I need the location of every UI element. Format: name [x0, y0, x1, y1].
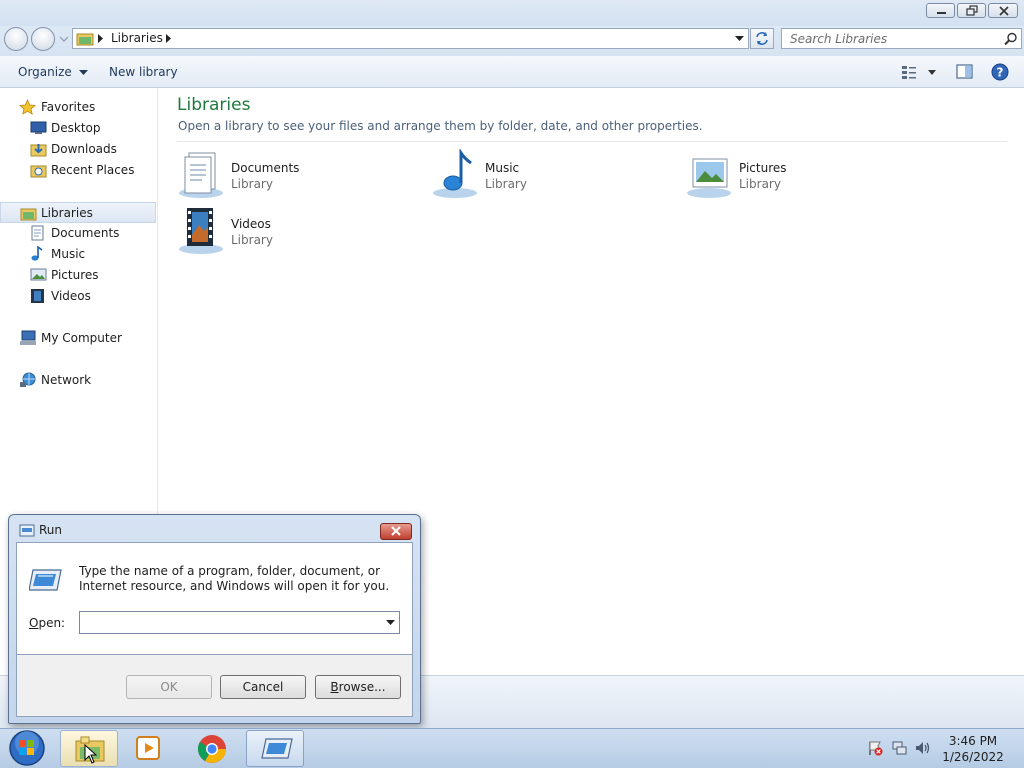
- close-icon: [999, 6, 1009, 16]
- run-icon: [19, 524, 35, 537]
- desktop-icon: [30, 121, 47, 134]
- close-icon: [391, 526, 401, 536]
- nav-documents[interactable]: Documents: [0, 223, 156, 243]
- network-icon: [20, 372, 36, 387]
- nav-recent-places[interactable]: Recent Places: [0, 160, 156, 180]
- help-icon[interactable]: ?: [991, 63, 1009, 81]
- libraries-folder-icon: [76, 33, 94, 46]
- nav-downloads[interactable]: Downloads: [0, 139, 156, 159]
- page-title: Libraries: [177, 95, 251, 115]
- clock-time[interactable]: 3:46 PM: [930, 734, 1016, 748]
- open-input[interactable]: [82, 613, 385, 632]
- run-description: Type the name of a program, folder, docu…: [79, 564, 390, 593]
- search-box[interactable]: [781, 28, 1022, 49]
- library-tile-pictures[interactable]: Pictures Library: [685, 149, 925, 201]
- chevron-down-icon: [78, 69, 88, 75]
- nav-libraries[interactable]: Libraries: [0, 202, 156, 223]
- address-dropdown-icon[interactable]: [735, 36, 744, 42]
- recent-pages-chevron-icon[interactable]: [59, 35, 69, 43]
- new-library-label: New library: [109, 65, 178, 79]
- videos-icon: [31, 289, 44, 303]
- recent-places-icon: [30, 165, 47, 178]
- breadcrumb-arrow-icon[interactable]: [97, 34, 105, 43]
- content-divider: [177, 141, 1007, 142]
- nav-music[interactable]: Music: [0, 244, 156, 264]
- back-button[interactable]: [4, 27, 28, 51]
- refresh-button[interactable]: [750, 28, 774, 49]
- network-status-icon[interactable]: [891, 740, 908, 756]
- restore-button[interactable]: [957, 3, 986, 18]
- run-program-icon: [29, 569, 62, 591]
- cancel-button[interactable]: Cancel: [220, 675, 306, 699]
- refresh-icon: [756, 32, 768, 45]
- browse-button[interactable]: Browse...: [315, 675, 401, 699]
- breadcrumb-libraries[interactable]: Libraries: [111, 31, 163, 45]
- downloads-folder-icon: [30, 144, 47, 157]
- search-icon[interactable]: [1004, 32, 1018, 46]
- library-tile-documents[interactable]: Documents Library: [177, 149, 417, 201]
- minimize-icon: [937, 12, 946, 14]
- nav-videos[interactable]: Videos: [0, 286, 156, 306]
- window-title-bar: [0, 0, 1024, 26]
- minimize-button[interactable]: [926, 3, 955, 18]
- taskbar-chrome[interactable]: [183, 730, 241, 767]
- run-close-button[interactable]: [380, 523, 412, 540]
- mouse-cursor-icon: [84, 744, 98, 764]
- documents-library-icon: [179, 152, 223, 198]
- organize-menu-button[interactable]: Organize: [18, 65, 88, 79]
- taskbar-run[interactable]: [246, 730, 304, 767]
- chrome-icon: [197, 735, 226, 763]
- svg-text:?: ?: [997, 66, 1004, 80]
- nav-network[interactable]: Network: [0, 370, 156, 390]
- new-library-button[interactable]: New library: [109, 65, 178, 79]
- nav-pictures[interactable]: Pictures: [0, 265, 156, 285]
- run-dialog: Run Type the name of a program, folder, …: [8, 514, 421, 724]
- run-dialog-title: Run: [39, 523, 63, 537]
- run-program-icon: [261, 738, 293, 759]
- preview-pane-icon[interactable]: [956, 64, 973, 79]
- nav-my-computer[interactable]: My Computer: [0, 328, 156, 348]
- restore-icon: [966, 5, 978, 16]
- address-bar[interactable]: Libraries: [72, 28, 749, 49]
- documents-icon: [31, 225, 44, 241]
- search-input[interactable]: [782, 29, 1005, 48]
- page-subtitle: Open a library to see your files and arr…: [178, 119, 703, 133]
- nav-favorites[interactable]: Favorites: [0, 97, 156, 117]
- open-label: Open:: [29, 616, 66, 630]
- ok-button[interactable]: OK: [126, 675, 212, 699]
- open-combobox[interactable]: [79, 611, 400, 634]
- breadcrumb-arrow-icon[interactable]: [165, 34, 173, 43]
- change-view-icon[interactable]: [901, 64, 939, 80]
- libraries-folder-icon: [20, 208, 37, 221]
- taskbar-media-player[interactable]: [120, 730, 178, 767]
- chevron-down-icon[interactable]: [386, 620, 395, 626]
- computer-icon: [20, 330, 36, 345]
- pictures-icon: [30, 268, 47, 281]
- close-window-button[interactable]: [988, 3, 1018, 18]
- library-tile-music[interactable]: Music Library: [431, 149, 671, 201]
- start-button[interactable]: [6, 729, 46, 767]
- favorites-star-icon: [19, 99, 36, 115]
- action-center-flag-icon[interactable]: [867, 740, 883, 756]
- pictures-library-icon: [687, 158, 731, 198]
- nav-desktop[interactable]: Desktop: [0, 118, 156, 138]
- music-library-icon: [433, 149, 477, 198]
- organize-label: Organize: [18, 65, 72, 79]
- run-dialog-body: [16, 542, 413, 655]
- videos-library-icon: [179, 208, 223, 254]
- library-tile-videos[interactable]: Videos Library: [177, 205, 417, 257]
- media-player-icon: [136, 736, 160, 760]
- clock-date[interactable]: 1/26/2022: [930, 750, 1016, 764]
- music-icon: [31, 246, 43, 261]
- forward-button[interactable]: [31, 27, 55, 51]
